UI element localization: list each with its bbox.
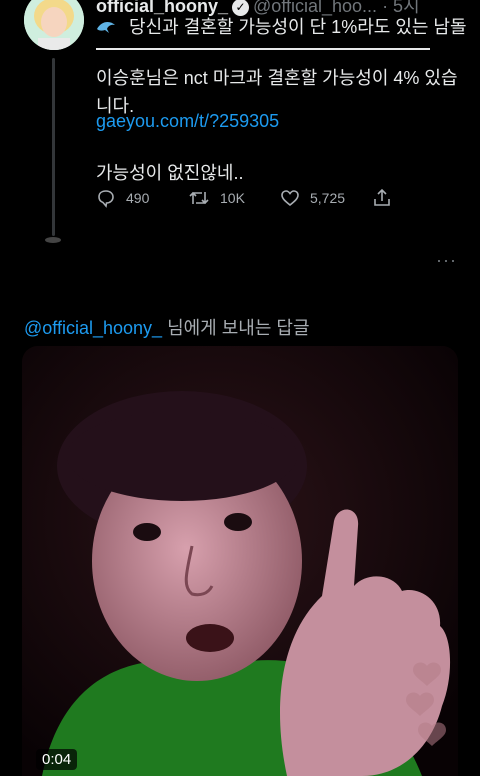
reply-button[interactable]: 490	[96, 188, 149, 208]
video-player[interactable]: 0:04	[22, 346, 458, 776]
tweet-headline: 당신과 결혼할 가능성이 단 1%라도 있는 남돌	[96, 13, 467, 39]
retweet-button[interactable]: 10K	[188, 188, 245, 208]
tweet-actions: 490 10K 5,725	[96, 188, 416, 214]
retweet-icon	[189, 191, 209, 205]
tweet-comment: 가능성이 없진않네..	[96, 163, 244, 183]
replying-to: @official_hoony_ 님에게 보내는 답글	[24, 314, 310, 340]
video-duration: 0:04	[36, 749, 78, 770]
thread-end-dot	[45, 237, 61, 243]
reply-count: 490	[126, 190, 150, 206]
reply-icon	[98, 190, 114, 208]
dolphin-icon	[96, 17, 121, 37]
share-icon	[374, 188, 390, 206]
heart-icon	[281, 190, 299, 207]
like-button[interactable]: 5,725	[280, 188, 345, 208]
tweet-link[interactable]: gaeyou.com/t/?259305	[96, 111, 279, 132]
thread-line	[52, 58, 55, 236]
more-options-icon[interactable]: ···	[436, 250, 457, 271]
reply-suffix: 님에게 보내는 답글	[167, 318, 310, 338]
like-count: 5,725	[310, 190, 346, 206]
video-frame	[22, 346, 458, 776]
reply-handle-link[interactable]: @official_hoony_	[24, 318, 162, 338]
avatar[interactable]	[24, 0, 84, 50]
share-button[interactable]	[372, 188, 402, 208]
headline-text: 당신과 결혼할 가능성이 단 1%라도 있는 남돌	[129, 17, 467, 37]
retweet-count: 10K	[220, 190, 245, 206]
divider	[96, 48, 430, 50]
